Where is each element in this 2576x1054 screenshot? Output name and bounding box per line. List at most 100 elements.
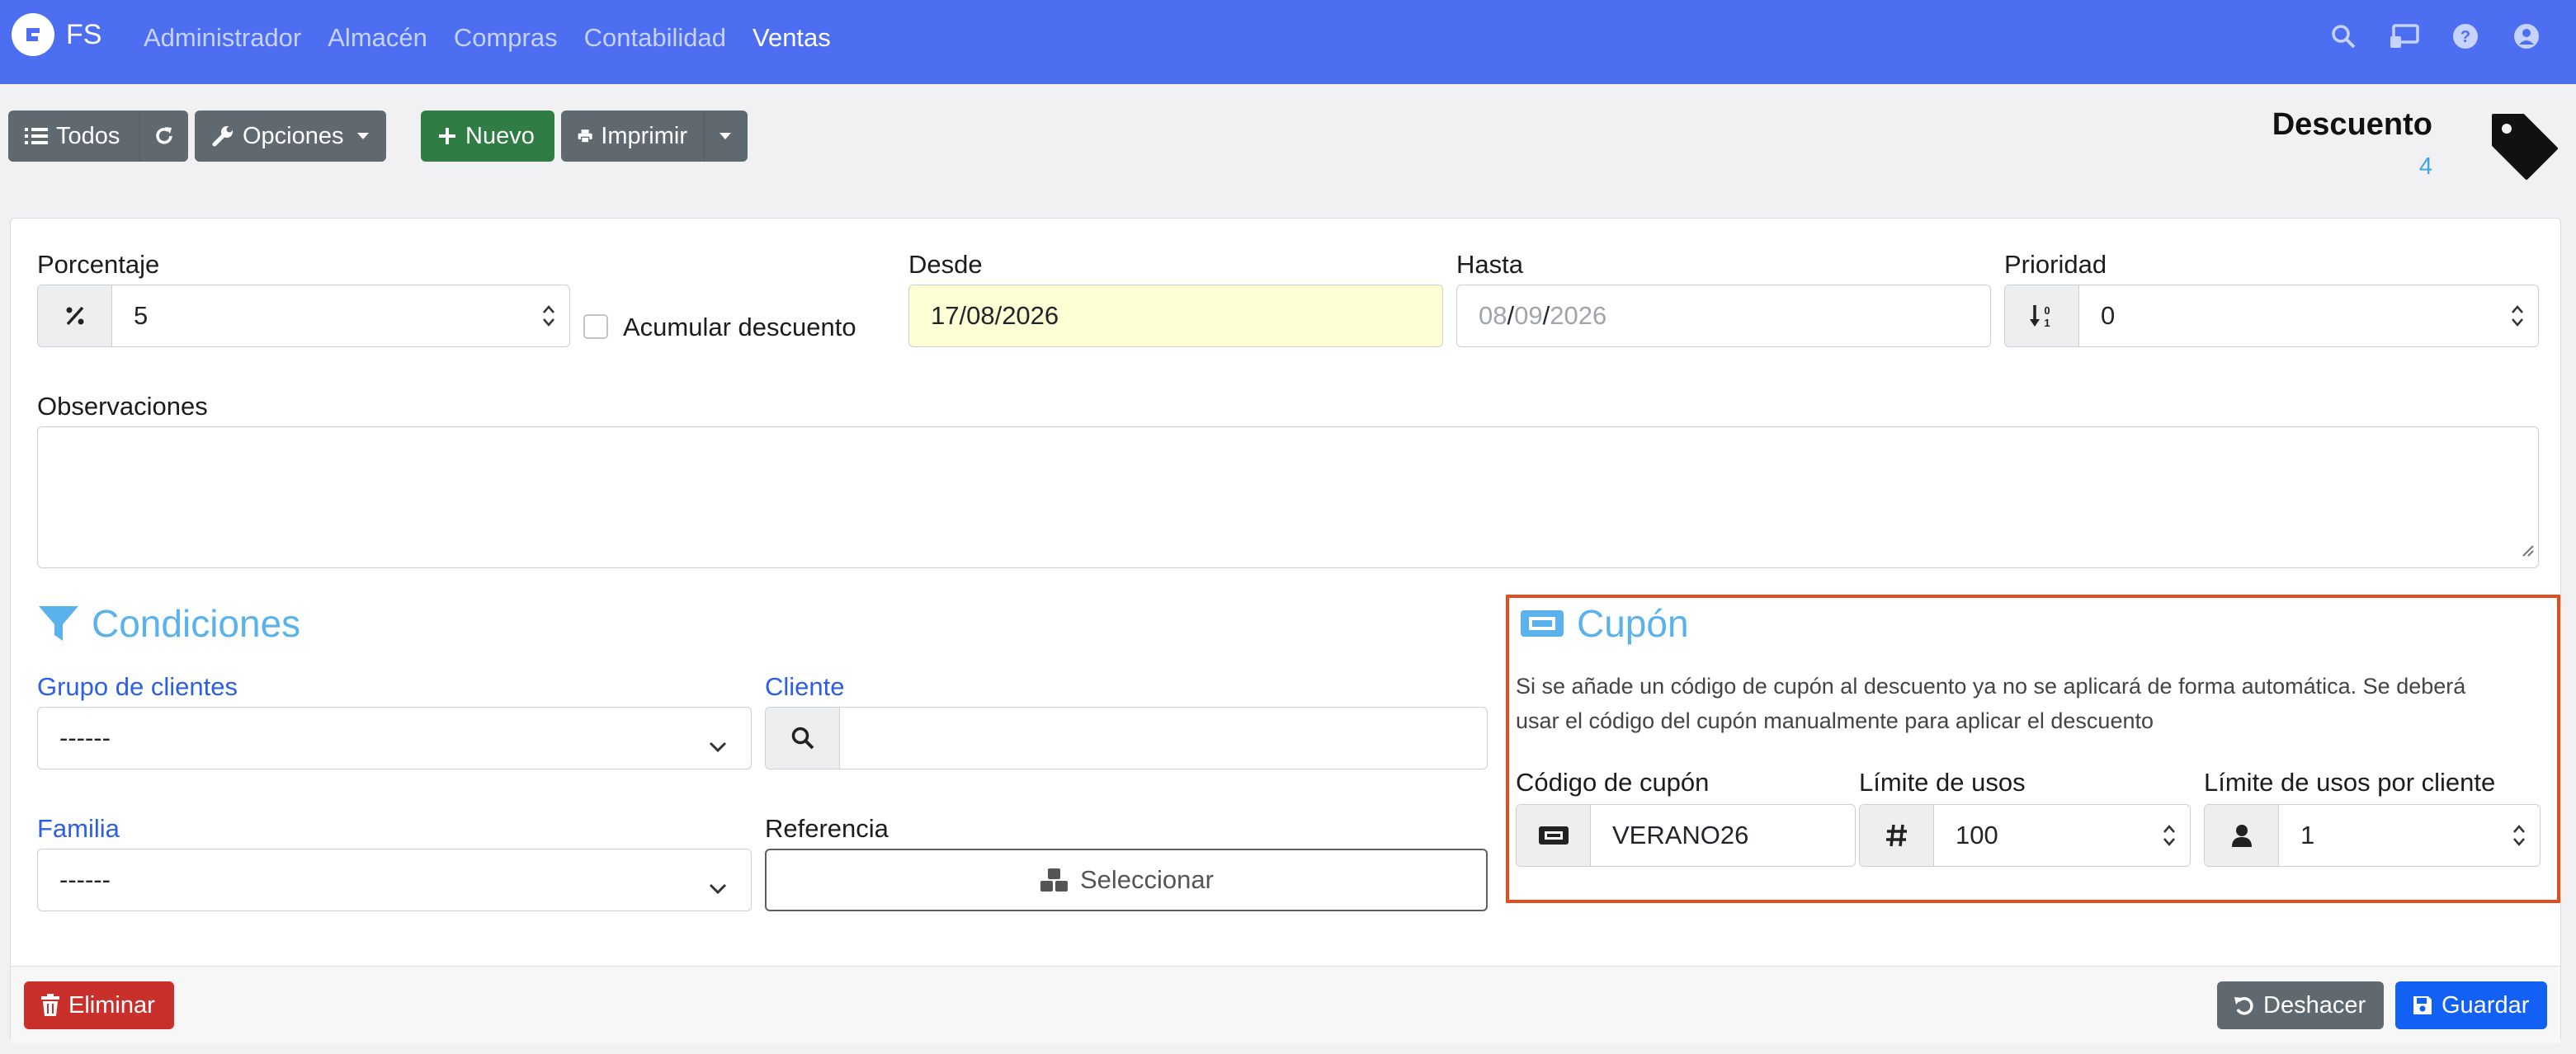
print-button-label: Imprimir: [601, 122, 687, 149]
limite-usos-label: Límite de usos: [1859, 768, 2026, 797]
observaciones-label: Observaciones: [37, 392, 208, 421]
search-icon[interactable]: [2327, 20, 2360, 53]
brand[interactable]: FS: [12, 13, 101, 56]
desde-label: Desde: [908, 250, 983, 279]
options-button[interactable]: Opciones: [195, 111, 386, 162]
save-button[interactable]: Guardar: [2395, 981, 2547, 1029]
chevron-down-icon: [708, 873, 728, 902]
form-footer: Eliminar Deshacer Guardar: [11, 966, 2560, 1043]
svg-text:0: 0: [2044, 304, 2050, 317]
condiciones-heading: Condiciones: [37, 601, 300, 646]
record-code: 4: [2418, 153, 2432, 180]
desde-date-input[interactable]: 17/08/2026: [908, 285, 1443, 347]
hasta-sep-1: /: [1507, 301, 1515, 330]
spinner-icon[interactable]: [528, 303, 569, 329]
referencia-label: Referencia: [765, 814, 889, 843]
options-button-label: Opciones: [243, 122, 344, 149]
printer-icon: [578, 129, 592, 144]
top-navbar: FS Administrador Almacén Compras Contabi…: [0, 0, 2576, 84]
cliente-label: Cliente: [765, 672, 845, 701]
percent-icon: [38, 285, 112, 346]
prioridad-value: 0: [2101, 301, 2116, 330]
filter-icon: [39, 606, 78, 641]
menu-item-ventas[interactable]: Ventas: [753, 23, 831, 53]
spinner-icon[interactable]: [2149, 822, 2190, 849]
acumular-label: Acumular descuento: [623, 313, 856, 341]
print-button-group: Imprimir: [561, 111, 748, 162]
grupo-clientes-value: ------: [59, 723, 111, 752]
hasta-year: 2026: [1550, 301, 1607, 330]
desde-value: 17/08/2026: [931, 301, 1059, 330]
all-button-group: Todos: [8, 111, 188, 162]
acumular-checkbox[interactable]: [583, 314, 608, 339]
undo-icon: [2234, 997, 2253, 1015]
user-icon[interactable]: [2510, 20, 2543, 53]
svg-text:1: 1: [2044, 317, 2050, 328]
caret-down-icon: [356, 133, 369, 139]
cast-icon[interactable]: [2388, 20, 2421, 53]
hasta-date-input[interactable]: 08/09/2026: [1456, 285, 1991, 347]
logo-icon: [12, 13, 54, 56]
hasta-month: 09: [1514, 301, 1543, 330]
familia-label: Familia: [37, 814, 120, 843]
refresh-icon: [156, 127, 172, 144]
all-button[interactable]: Todos: [8, 111, 140, 162]
search-icon[interactable]: [766, 708, 840, 769]
new-button[interactable]: Nuevo: [421, 111, 554, 162]
limite-usos-cliente-label: Límite de usos por cliente: [2204, 768, 2496, 797]
cliente-search-field[interactable]: [765, 707, 1488, 769]
chevron-down-icon: [708, 731, 728, 760]
cupon-note-line-1: Si se añade un código de cupón al descue…: [1516, 674, 2466, 699]
codigo-cupon-label: Código de cupón: [1516, 768, 1710, 797]
user-icon: [2205, 805, 2279, 866]
seleccionar-button[interactable]: Seleccionar: [765, 849, 1488, 911]
refresh-button[interactable]: [140, 111, 188, 162]
grupo-clientes-select[interactable]: ------: [37, 707, 752, 769]
sort-numeric-down-icon: 01: [2005, 285, 2079, 346]
hasta-day: 08: [1479, 301, 1507, 330]
print-dropdown-toggle[interactable]: [705, 111, 746, 162]
resize-handle-icon[interactable]: [2520, 534, 2535, 564]
tag-icon: [2487, 109, 2561, 190]
prioridad-field[interactable]: 01 0: [2004, 285, 2539, 347]
delete-button[interactable]: Eliminar: [24, 981, 174, 1029]
hasta-value: 08/09/2026: [1457, 301, 1990, 331]
limite-usos-field[interactable]: 100: [1859, 804, 2191, 867]
caret-down-icon: [719, 133, 731, 139]
ticket-icon: [1521, 610, 1564, 637]
delete-button-label: Eliminar: [68, 991, 155, 1019]
print-button[interactable]: Imprimir: [561, 111, 705, 162]
menu-item-contabilidad[interactable]: Contabilidad: [584, 23, 726, 53]
codigo-cupon-field[interactable]: VERANO26: [1516, 804, 1856, 867]
wrench-icon: [212, 126, 233, 147]
spinner-icon[interactable]: [2497, 303, 2538, 329]
menu-item-compras[interactable]: Compras: [454, 23, 558, 53]
undo-button[interactable]: Deshacer: [2217, 981, 2384, 1029]
trash-icon: [41, 994, 59, 1016]
page-title: Descuento: [2272, 107, 2432, 142]
cupon-title: Cupón: [1577, 602, 1689, 645]
cupon-heading: Cupón: [1519, 601, 1689, 646]
menu-item-almacen[interactable]: Almacén: [328, 23, 427, 53]
menu-item-administrador[interactable]: Administrador: [144, 23, 301, 53]
limite-usos-cliente-field[interactable]: 1: [2204, 804, 2541, 867]
observaciones-value: [38, 427, 2538, 442]
svg-text:?: ?: [2460, 28, 2470, 46]
observaciones-textarea[interactable]: [37, 426, 2539, 568]
new-button-label: Nuevo: [465, 122, 535, 149]
hashtag-icon: [1860, 805, 1934, 866]
porcentaje-field[interactable]: 5: [37, 285, 570, 347]
record-title: Descuento 4: [2272, 107, 2432, 180]
seleccionar-label: Seleccionar: [1080, 865, 1214, 894]
undo-button-label: Deshacer: [2263, 991, 2366, 1019]
condiciones-title: Condiciones: [92, 602, 301, 645]
help-icon[interactable]: ?: [2449, 20, 2482, 53]
codigo-cupon-value: VERANO26: [1612, 821, 1749, 849]
navbar-icons: ?: [2327, 20, 2543, 53]
save-icon: [2413, 996, 2432, 1014]
familia-value: ------: [59, 865, 111, 894]
familia-select[interactable]: ------: [37, 849, 752, 911]
spinner-icon[interactable]: [2498, 822, 2540, 849]
prioridad-label: Prioridad: [2004, 250, 2107, 279]
list-icon: [25, 128, 48, 144]
